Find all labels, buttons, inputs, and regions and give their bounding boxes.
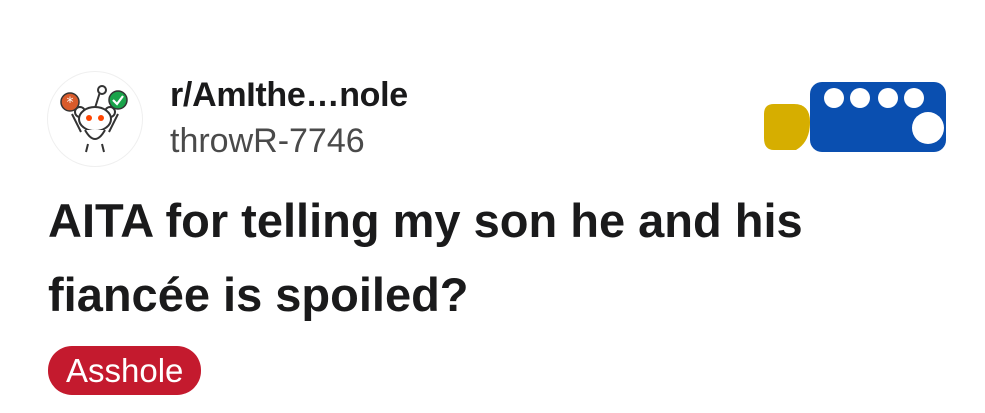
subreddit-avatar[interactable]: * xyxy=(48,72,142,166)
post-flair[interactable]: Asshole xyxy=(48,346,202,395)
subreddit-name[interactable]: r/AmIthe…nole xyxy=(170,76,408,115)
post-author[interactable]: throwR-7746 xyxy=(170,122,365,161)
svg-text:*: * xyxy=(67,95,74,111)
reddit-snoo-icon: * xyxy=(60,85,128,153)
redaction-overlay xyxy=(764,82,952,154)
post-title[interactable]: AITA for telling my son he and his fianc… xyxy=(48,184,948,332)
post-header: * r/AmIthe…nole throwR-7746 xyxy=(48,72,948,168)
